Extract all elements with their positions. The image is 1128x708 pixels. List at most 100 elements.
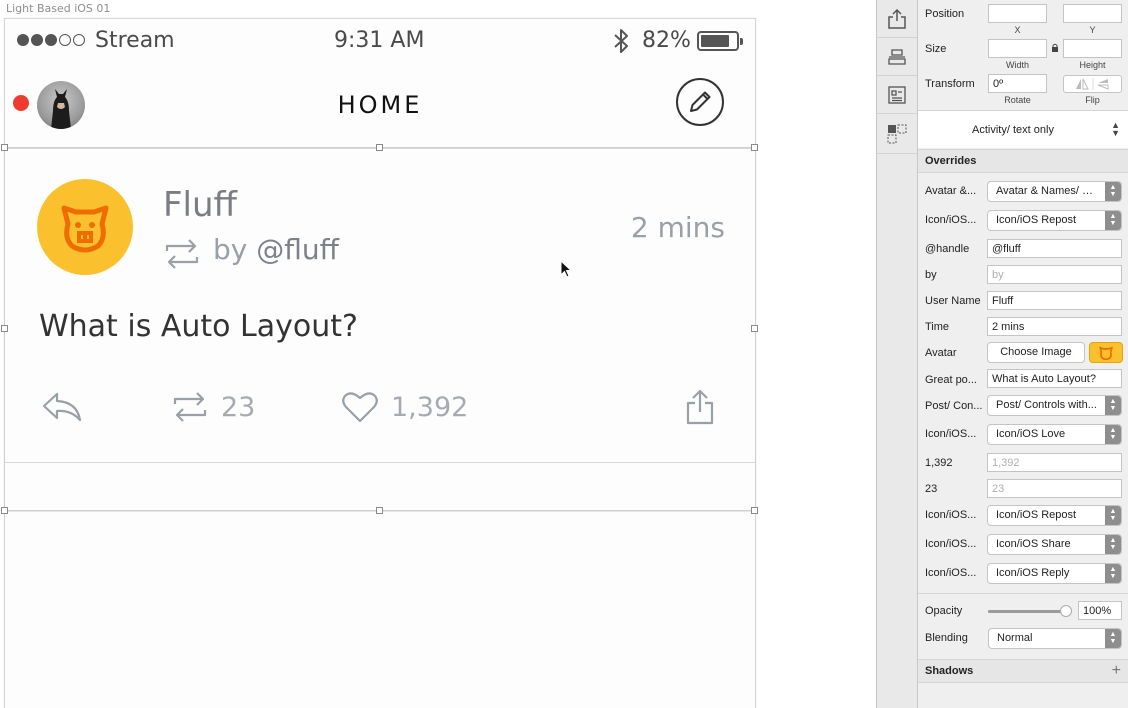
nav-bar: HOME <box>5 63 755 149</box>
layout-icon <box>888 85 906 104</box>
width-field[interactable] <box>988 39 1047 58</box>
bluetooth-icon <box>614 29 628 53</box>
override-username-field[interactable]: Fluff <box>987 291 1122 310</box>
rotate-field[interactable]: 0º <box>988 74 1047 93</box>
post-controls: 23 1,392 <box>5 387 755 427</box>
resize-handle[interactable] <box>751 144 758 151</box>
override-handle-field[interactable]: @fluff <box>987 239 1122 258</box>
override-label: Post/ Con... <box>925 400 983 412</box>
canvas[interactable]: Light Based iOS 01 Stream 9:31 AM 82% HO… <box>0 0 876 708</box>
rotate-caption: Rotate <box>1004 95 1031 105</box>
overrides-header: Overrides <box>918 149 1128 173</box>
override-post-controls-select[interactable]: Post/ Controls with... ▲ ▼ <box>987 395 1122 416</box>
override-repost-count-field[interactable]: 23 <box>987 479 1122 498</box>
chevron-updown-icon: ▲ ▼ <box>1111 120 1120 138</box>
heart-icon <box>342 392 378 423</box>
resize-handle[interactable] <box>1 507 8 514</box>
chevron-updown-icon: ▲ ▼ <box>1105 396 1121 415</box>
resize-handle[interactable] <box>376 507 383 514</box>
opacity-field[interactable]: 100% <box>1078 601 1122 620</box>
repost-count: 23 <box>221 391 256 423</box>
carrier-name: Stream <box>95 28 175 53</box>
override-reply-icon-select[interactable]: Icon/iOS Reply ▲ ▼ <box>987 563 1122 584</box>
reply-button[interactable] <box>41 387 83 427</box>
love-button[interactable]: 1,392 <box>341 387 468 427</box>
grid-button[interactable] <box>877 114 917 154</box>
position-y-field[interactable] <box>1063 4 1122 23</box>
mouse-cursor-icon <box>560 260 572 278</box>
override-label: Icon/iOS... <box>925 538 977 550</box>
compose-pencil-icon[interactable] <box>675 77 725 127</box>
override-avatar-names-select[interactable]: Avatar & Names/ R... ▲ ▼ <box>987 181 1122 202</box>
override-love-icon-select[interactable]: Icon/iOS Love ▲ ▼ <box>987 424 1122 445</box>
flip-buttons[interactable] <box>1063 75 1122 93</box>
status-bar: Stream 9:31 AM 82% <box>5 19 755 63</box>
override-share-icon-select[interactable]: Icon/iOS Share ▲ ▼ <box>987 534 1122 555</box>
blending-select[interactable]: Normal ▲ ▼ <box>988 628 1122 649</box>
override-post-text-field[interactable]: What is Auto Layout? <box>987 369 1122 388</box>
position-x-caption: X <box>1014 25 1021 35</box>
artboard-label[interactable]: Light Based iOS 01 <box>6 2 110 15</box>
layout-button[interactable] <box>877 76 917 114</box>
override-label: Great po... <box>925 374 977 386</box>
override-label: Icon/iOS... <box>925 567 977 579</box>
resize-handle[interactable] <box>751 507 758 514</box>
battery-percent: 82% <box>642 28 691 53</box>
share-button[interactable] <box>685 387 715 427</box>
artboard[interactable]: Stream 9:31 AM 82% HOME Fluff by @fluff … <box>4 18 756 708</box>
user-handle[interactable]: @fluff <box>256 233 339 266</box>
override-label: 23 <box>925 483 938 495</box>
resize-handle[interactable] <box>376 144 383 151</box>
override-label: Avatar <box>925 347 957 359</box>
align-button[interactable] <box>877 38 917 76</box>
height-field[interactable] <box>1063 39 1122 58</box>
post-time: 2 mins <box>630 211 725 244</box>
user-name[interactable]: Fluff <box>163 185 237 225</box>
divider <box>5 462 755 463</box>
chevron-updown-icon: ▲ ▼ <box>1105 211 1121 230</box>
post-text: What is Auto Layout? <box>39 309 358 344</box>
add-shadow-button[interactable]: + <box>1112 662 1121 680</box>
export-button[interactable] <box>877 0 917 38</box>
override-repost-icon-select[interactable]: Icon/iOS Repost ▲ ▼ <box>987 505 1122 526</box>
lock-icon[interactable] <box>1051 43 1059 53</box>
repost-icon <box>165 239 199 269</box>
opacity-label: Opacity <box>925 605 963 617</box>
page-title: HOME <box>337 91 423 119</box>
resize-handle[interactable] <box>1 144 8 151</box>
shadows-title: Shadows <box>925 665 974 677</box>
override-love-count-field[interactable]: 1,392 <box>987 453 1122 472</box>
shadows-header: Shadows + <box>918 659 1128 683</box>
chevron-updown-icon: ▲ ▼ <box>1105 506 1121 525</box>
chevron-updown-icon: ▲ ▼ <box>1105 629 1121 648</box>
flip-icon <box>1075 78 1108 90</box>
override-label: by <box>925 269 937 281</box>
avatar-thumbnail[interactable] <box>1089 342 1123 363</box>
reply-icon <box>42 392 82 422</box>
chevron-updown-icon: ▲ ▼ <box>1105 535 1121 554</box>
override-by-field[interactable]: by <box>987 265 1122 284</box>
resize-handle[interactable] <box>1 325 8 332</box>
inspector-panel: Position X Y Size Width Height Transform… <box>918 0 1128 708</box>
override-label: Icon/iOS... <box>925 428 977 440</box>
post-card[interactable]: Fluff by @fluff 2 mins What is Auto Layo… <box>5 149 755 461</box>
override-icon-select[interactable]: Icon/iOS Repost ▲ ▼ <box>987 210 1122 231</box>
opacity-slider-knob[interactable] <box>1060 605 1072 617</box>
choose-image-button[interactable]: Choose Image <box>987 342 1085 363</box>
battery-icon <box>697 31 743 51</box>
opacity-slider-fill <box>988 610 1066 613</box>
position-x-field[interactable] <box>988 4 1047 23</box>
override-time-field[interactable]: 2 mins <box>987 317 1122 336</box>
resize-handle[interactable] <box>751 325 758 332</box>
size-label: Size <box>925 43 947 55</box>
repost-icon <box>173 392 207 422</box>
love-count: 1,392 <box>391 391 469 423</box>
post-avatar[interactable] <box>37 179 133 275</box>
blending-label: Blending <box>925 632 968 644</box>
repost-button[interactable]: 23 <box>171 387 255 427</box>
share-export-icon <box>888 8 906 29</box>
symbol-selector[interactable]: Activity/ text only ▲ ▼ <box>918 111 1128 148</box>
grid-icon <box>887 124 907 143</box>
override-label: Icon/iOS... <box>925 509 977 521</box>
opacity-slider[interactable] <box>988 605 1072 617</box>
